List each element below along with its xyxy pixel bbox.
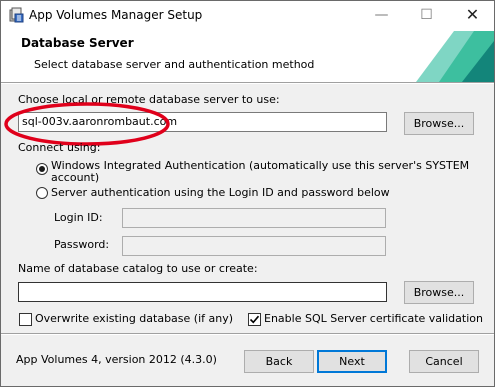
connect-label: Connect using: [18, 141, 101, 154]
server-auth-radio[interactable] [36, 187, 48, 199]
cancel-button[interactable]: Cancel [409, 350, 479, 373]
footer-divider [1, 333, 494, 335]
overwrite-checkbox[interactable] [19, 313, 32, 326]
overwrite-label[interactable]: Overwrite existing database (if any) [35, 312, 233, 325]
login-id-input[interactable] [122, 208, 386, 228]
page-subtitle: Select database server and authenticatio… [34, 58, 315, 71]
windows-auth-radio[interactable] [36, 163, 48, 175]
catalog-label: Name of database catalog to use or creat… [18, 262, 258, 275]
maximize-button[interactable]: ☐ [404, 1, 449, 30]
page-title: Database Server [21, 36, 134, 50]
password-label: Password: [54, 238, 110, 251]
ssl-validation-label[interactable]: Enable SQL Server certificate validation [264, 312, 483, 325]
checkmark-icon [249, 315, 260, 324]
banner-graphic [416, 31, 494, 82]
login-id-label: Login ID: [54, 211, 103, 224]
window-title: App Volumes Manager Setup [29, 8, 203, 22]
back-button[interactable]: Back [244, 350, 314, 373]
title-bar[interactable]: App Volumes Manager Setup — ☐ ✕ [1, 1, 494, 31]
setup-window: App Volumes Manager Setup — ☐ ✕ Database… [0, 0, 495, 387]
close-button[interactable]: ✕ [450, 1, 494, 30]
catalog-browse-button[interactable]: Browse... [404, 281, 474, 304]
server-browse-button[interactable]: Browse... [404, 112, 474, 135]
banner-divider [1, 82, 494, 84]
version-text: App Volumes 4, version 2012 (4.3.0) [16, 353, 217, 366]
minimize-button[interactable]: — [359, 1, 404, 30]
ssl-validation-checkbox[interactable] [248, 313, 261, 326]
catalog-input[interactable] [18, 282, 387, 302]
windows-auth-label-cont: account) [51, 171, 100, 184]
windows-auth-label[interactable]: Windows Integrated Authentication (autom… [51, 159, 469, 172]
next-button[interactable]: Next [317, 350, 387, 373]
password-input[interactable] [122, 236, 386, 256]
header-banner: Database Server Select database server a… [1, 31, 494, 82]
installer-package-icon [9, 7, 24, 23]
server-auth-label[interactable]: Server authentication using the Login ID… [51, 186, 390, 199]
